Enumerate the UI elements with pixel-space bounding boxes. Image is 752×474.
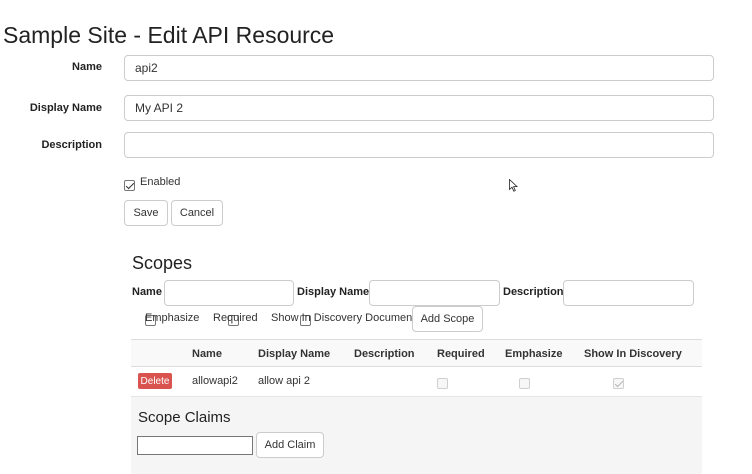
add-scope-button[interactable]: Add Scope <box>412 306 483 332</box>
name-input[interactable]: api2 <box>124 55 714 81</box>
scope-claims-heading: Scope Claims <box>138 409 231 426</box>
page-title: Sample Site - Edit API Resource <box>3 22 335 48</box>
scope-name-cell: allowapi2 <box>192 375 238 387</box>
description-label: Description <box>41 139 102 151</box>
description-input[interactable] <box>124 132 714 158</box>
column-header-description: Description <box>354 348 415 360</box>
scope-claims-panel: Scope Claims Add Claim <box>131 397 702 474</box>
scope-display-name-cell: allow api 2 <box>258 375 310 387</box>
scope-display-name-input[interactable] <box>369 280 500 306</box>
add-claim-button[interactable]: Add Claim <box>256 432 324 458</box>
scopes-table-header: Name Display Name Description Required E… <box>131 339 702 367</box>
scope-description-input[interactable] <box>563 280 694 306</box>
save-button[interactable]: Save <box>124 200 168 226</box>
cancel-button[interactable]: Cancel <box>171 200 223 226</box>
column-header-emphasize: Emphasize <box>505 348 563 360</box>
column-header-required: Required <box>437 348 485 360</box>
name-label: Name <box>72 61 102 73</box>
emphasize-label: Emphasize <box>145 312 200 324</box>
table-row: Delete allowapi2 allow api 2 <box>131 367 702 397</box>
row-required-checkbox <box>437 378 448 390</box>
row-emphasize-checkbox <box>519 378 531 390</box>
scope-description-label: Description <box>503 286 564 298</box>
scope-display-name-label: Display Name <box>297 286 370 298</box>
enabled-checkbox[interactable] <box>124 180 135 192</box>
column-header-name: Name <box>192 348 222 360</box>
display-name-input[interactable]: My API 2 <box>124 95 714 121</box>
scope-name-label: Name <box>132 286 162 298</box>
scopes-heading: Scopes <box>132 253 193 273</box>
show-in-discovery-label: Show In Discovery Document <box>271 312 416 324</box>
row-show-in-discovery-checkbox <box>612 378 624 390</box>
required-label: Required <box>213 312 258 324</box>
enabled-label: Enabled <box>140 176 181 188</box>
scope-name-input[interactable] <box>164 280 294 306</box>
display-name-label: Display Name <box>29 102 102 114</box>
mouse-cursor-icon <box>509 179 518 192</box>
column-header-display-name: Display Name <box>258 348 331 360</box>
claim-input[interactable] <box>137 436 253 455</box>
delete-scope-button[interactable]: Delete <box>138 373 172 389</box>
column-header-show-in-discovery: Show In Discovery <box>584 348 682 360</box>
